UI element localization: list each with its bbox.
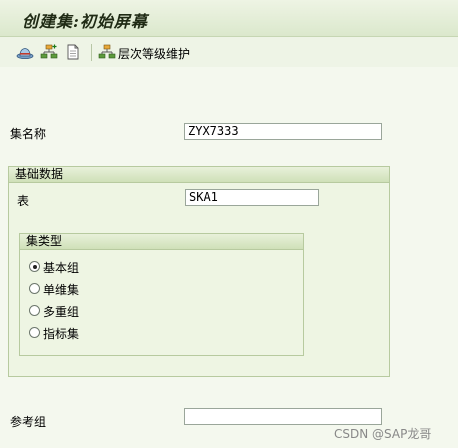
radio-button[interactable] bbox=[29, 283, 40, 294]
radio-label: 基本组 bbox=[43, 261, 80, 275]
radio-button[interactable] bbox=[29, 305, 40, 316]
basic-data-header: 基础数据 bbox=[9, 167, 389, 183]
basic-data-title: 基础数据 bbox=[15, 167, 64, 181]
table-input[interactable]: SKA1 bbox=[185, 189, 319, 206]
radio-label: 指标集 bbox=[43, 327, 80, 341]
watermark: CSDN @SAP龙哥 bbox=[334, 427, 432, 441]
application-toolbar: 层次等级维护 bbox=[0, 37, 458, 67]
set-name-label: 集名称 bbox=[10, 127, 47, 141]
reference-group-input[interactable] bbox=[184, 408, 382, 425]
hat-icon[interactable] bbox=[16, 44, 34, 60]
set-type-title: 集类型 bbox=[26, 234, 63, 248]
set-type-header: 集类型 bbox=[20, 234, 303, 250]
toolbar-separator bbox=[91, 44, 92, 61]
hierarchy-add-icon[interactable] bbox=[40, 44, 58, 60]
reference-group-label: 参考组 bbox=[10, 415, 47, 429]
document-icon[interactable] bbox=[64, 44, 82, 60]
table-label: 表 bbox=[17, 194, 30, 208]
set-type-group: 集类型 基本组 单维集 多重组 指标集 bbox=[19, 233, 304, 356]
hierarchy-maintenance-button[interactable]: 层次等级维护 bbox=[118, 45, 190, 62]
window-title: 创建集:初始屏幕 bbox=[22, 12, 148, 31]
title-bar: 创建集:初始屏幕 bbox=[0, 0, 458, 37]
radio-label: 单维集 bbox=[43, 283, 80, 297]
set-name-input[interactable]: ZYX7333 bbox=[184, 123, 382, 140]
radio-button[interactable] bbox=[29, 261, 40, 272]
basic-data-group: 基础数据 表 SKA1 集类型 基本组 单维集 多重组 指标集 bbox=[8, 166, 390, 377]
radio-button[interactable] bbox=[29, 327, 40, 338]
hierarchy-icon[interactable] bbox=[98, 44, 116, 60]
radio-label: 多重组 bbox=[43, 305, 80, 319]
